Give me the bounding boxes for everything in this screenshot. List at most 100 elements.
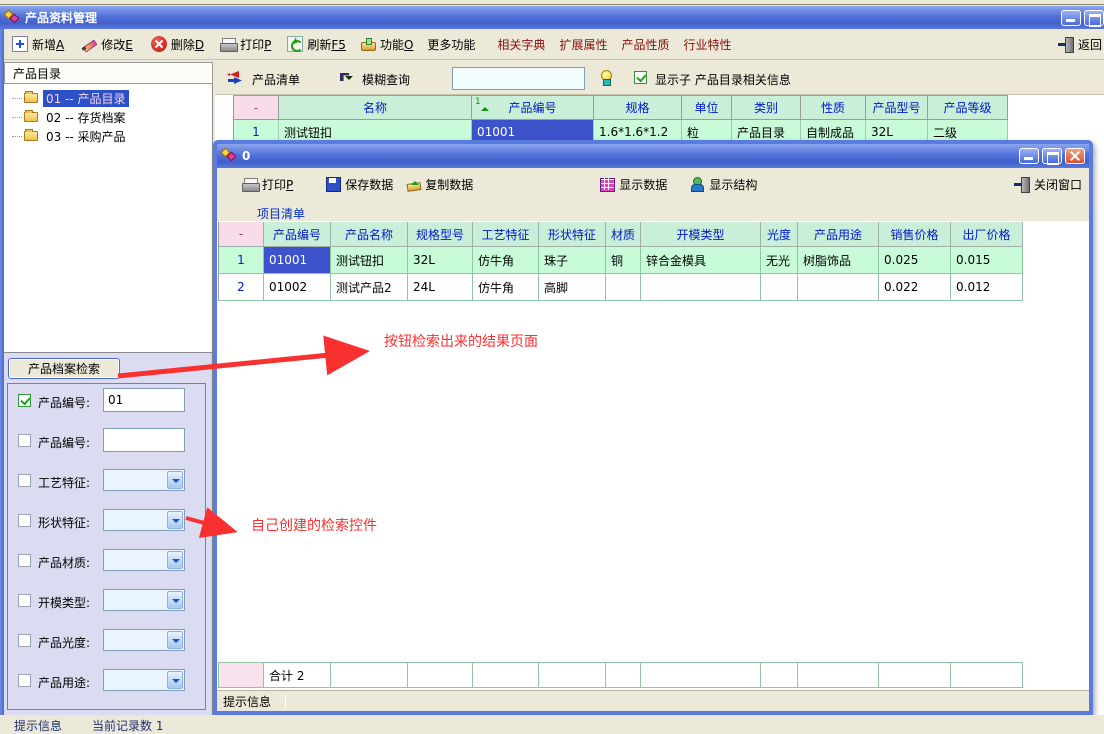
field-checkbox[interactable]: [18, 474, 31, 487]
return-button[interactable]: 返回: [1058, 36, 1102, 53]
column-header[interactable]: 规格: [594, 96, 682, 120]
fuzzy-query-label[interactable]: 模糊查询: [362, 71, 410, 88]
field-checkbox[interactable]: [18, 394, 31, 407]
table-cell[interactable]: [798, 274, 879, 301]
table-cell[interactable]: 2: [219, 274, 264, 301]
column-header[interactable]: 性质: [801, 96, 866, 120]
table-cell[interactable]: 0.012: [951, 274, 1023, 301]
field-checkbox[interactable]: [18, 594, 31, 607]
product-nature-link[interactable]: 产品性质: [621, 36, 669, 53]
chevron-down-icon[interactable]: [167, 591, 183, 609]
column-header[interactable]: 产品编号: [264, 222, 331, 247]
field-dropdown[interactable]: [103, 509, 185, 531]
chevron-down-icon[interactable]: [167, 631, 183, 649]
column-header[interactable]: 单位: [682, 96, 732, 120]
table-cell[interactable]: 01001: [264, 247, 331, 274]
table-cell[interactable]: 测试钮扣: [331, 247, 408, 274]
tree-item-3[interactable]: 03 -- 采购产品: [12, 127, 210, 145]
table-cell[interactable]: 1: [219, 247, 264, 274]
show-structure-button[interactable]: 显示结构: [689, 176, 757, 193]
field-checkbox[interactable]: [18, 634, 31, 647]
column-header[interactable]: 产品型号: [866, 96, 928, 120]
field-checkbox[interactable]: [18, 514, 31, 527]
close-window-button[interactable]: 关闭窗口: [1014, 176, 1082, 193]
table-cell[interactable]: 仿牛角: [473, 274, 539, 301]
industry-trait-link[interactable]: 行业特性: [683, 36, 731, 53]
popup-maximize-button[interactable]: [1042, 148, 1062, 164]
save-data-button[interactable]: 保存数据: [325, 176, 393, 193]
minimize-button[interactable]: [1061, 10, 1081, 26]
column-header[interactable]: 产品名称: [331, 222, 408, 247]
field-dropdown[interactable]: [103, 469, 185, 491]
table-cell[interactable]: 0.022: [879, 274, 951, 301]
table-cell[interactable]: 0.015: [951, 247, 1023, 274]
table-cell[interactable]: 24L: [408, 274, 473, 301]
print-button[interactable]: 打印P: [220, 36, 271, 53]
fuzzy-search-input[interactable]: [452, 67, 585, 90]
field-dropdown[interactable]: [103, 589, 185, 611]
table-cell[interactable]: 无光: [761, 247, 798, 274]
column-header[interactable]: 1产品编号: [472, 96, 594, 120]
column-header[interactable]: 规格型号: [408, 222, 473, 247]
edit-button[interactable]: 修改E: [81, 36, 133, 53]
related-dict-link[interactable]: 相关字典: [497, 36, 545, 53]
column-header[interactable]: 产品用途: [798, 222, 879, 247]
extended-attr-link[interactable]: 扩展属性: [559, 36, 607, 53]
field-text-input[interactable]: [103, 388, 185, 412]
archive-search-button[interactable]: 产品档案检索: [8, 358, 120, 379]
field-text-input[interactable]: [103, 428, 185, 452]
show-data-button[interactable]: 显示数据: [599, 176, 667, 193]
product-list-label[interactable]: 产品清单: [252, 71, 300, 88]
delete-button[interactable]: 删除D: [151, 36, 204, 53]
tree-item-2[interactable]: 02 -- 存货档案: [12, 108, 210, 126]
table-cell[interactable]: 0.025: [879, 247, 951, 274]
column-header[interactable]: 类别: [732, 96, 801, 120]
column-header[interactable]: 销售价格: [879, 222, 951, 247]
field-checkbox[interactable]: [18, 674, 31, 687]
popup-close-button[interactable]: [1065, 148, 1085, 164]
table-cell[interactable]: 珠子: [539, 247, 606, 274]
table-cell[interactable]: 测试产品2: [331, 274, 408, 301]
table-cell[interactable]: 锌合金模具: [641, 247, 761, 274]
column-header[interactable]: -: [219, 222, 264, 247]
chevron-down-icon[interactable]: [167, 551, 183, 569]
table-cell[interactable]: 高脚: [539, 274, 606, 301]
column-header[interactable]: -: [234, 96, 279, 120]
field-checkbox[interactable]: [18, 554, 31, 567]
field-dropdown[interactable]: [103, 669, 185, 691]
fuzzy-query-icon[interactable]: [338, 70, 354, 86]
table-cell[interactable]: 01002: [264, 274, 331, 301]
table-cell[interactable]: 铜: [606, 247, 641, 274]
copy-data-button[interactable]: 复制数据: [405, 176, 473, 193]
chevron-down-icon[interactable]: [167, 671, 183, 689]
column-header[interactable]: 形状特征: [539, 222, 606, 247]
show-sub-checkbox[interactable]: [634, 71, 647, 84]
column-header[interactable]: 产品等级: [928, 96, 1008, 120]
table-cell[interactable]: [761, 274, 798, 301]
column-header[interactable]: 开模类型: [641, 222, 761, 247]
column-header[interactable]: 材质: [606, 222, 641, 247]
switch-view-icon[interactable]: [226, 70, 242, 86]
hint-lamp-icon[interactable]: [598, 69, 614, 85]
table-cell[interactable]: [606, 274, 641, 301]
more-functions-button[interactable]: 更多功能: [427, 36, 475, 53]
table-cell[interactable]: 32L: [408, 247, 473, 274]
refresh-button[interactable]: 刷新F5: [287, 36, 346, 53]
field-dropdown[interactable]: [103, 549, 185, 571]
table-cell[interactable]: [641, 274, 761, 301]
maximize-button[interactable]: [1084, 10, 1104, 26]
column-header[interactable]: 工艺特征: [473, 222, 539, 247]
tree-item-1[interactable]: 01 -- 产品目录: [12, 89, 210, 107]
chevron-down-icon[interactable]: [167, 511, 183, 529]
add-button[interactable]: 新增A: [12, 36, 64, 53]
column-header[interactable]: 光度: [761, 222, 798, 247]
column-header[interactable]: 名称: [279, 96, 472, 120]
table-cell[interactable]: 仿牛角: [473, 247, 539, 274]
chevron-down-icon[interactable]: [167, 471, 183, 489]
popup-print-button[interactable]: 打印P: [242, 176, 293, 193]
field-checkbox[interactable]: [18, 434, 31, 447]
tab-item-list[interactable]: 项目清单: [247, 203, 315, 224]
field-dropdown[interactable]: [103, 629, 185, 651]
table-cell[interactable]: 树脂饰品: [798, 247, 879, 274]
column-header[interactable]: 出厂价格: [951, 222, 1023, 247]
